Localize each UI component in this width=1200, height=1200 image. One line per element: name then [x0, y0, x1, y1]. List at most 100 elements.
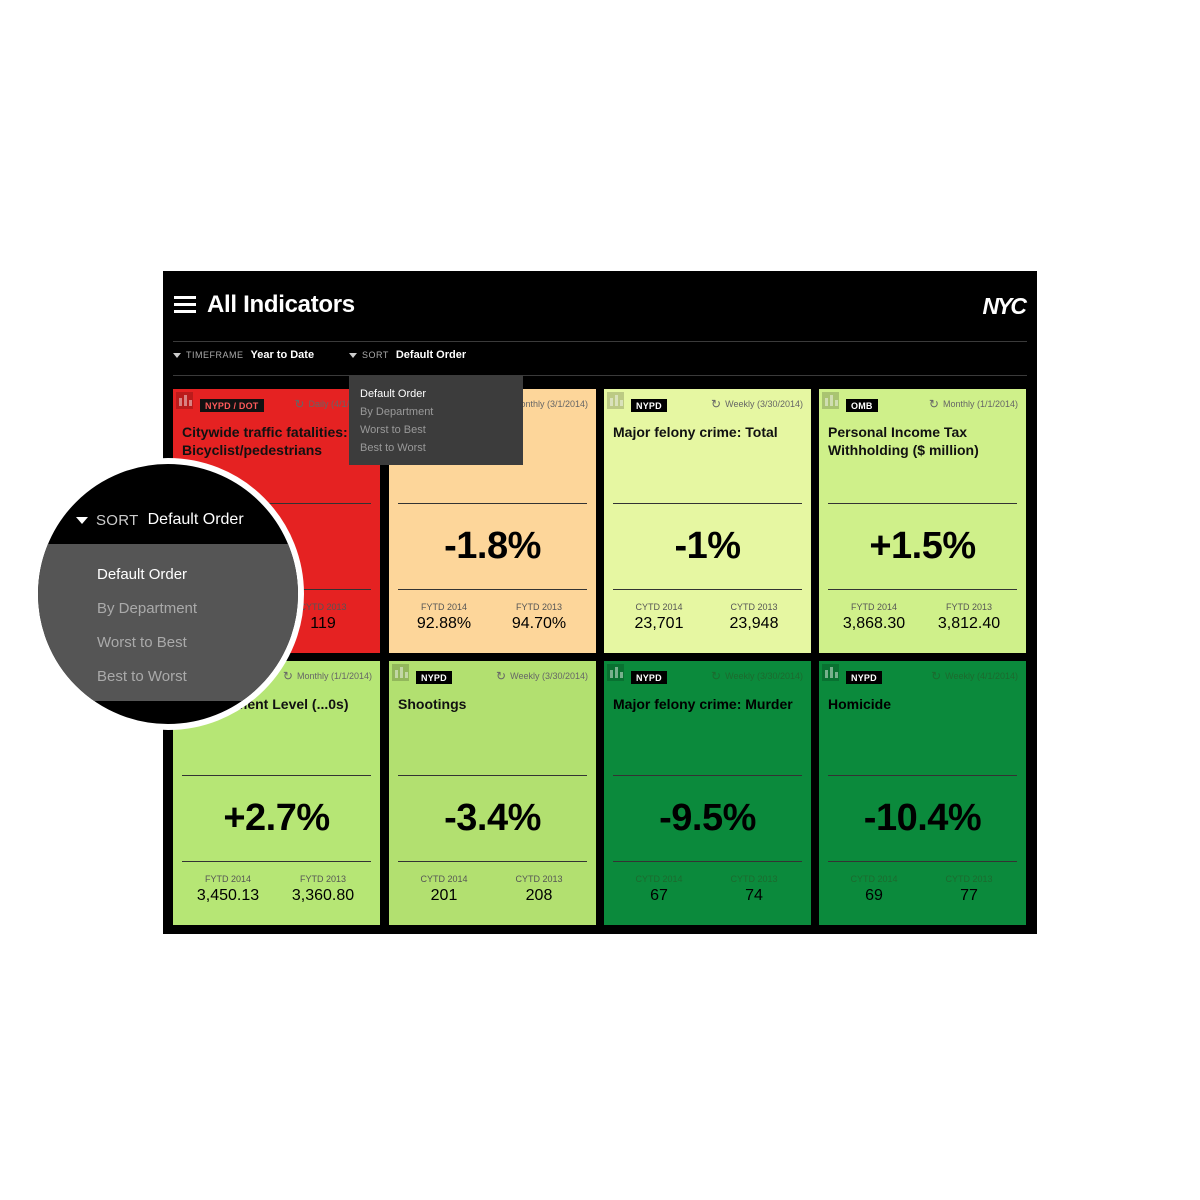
filter-bar: TIMEFRAME Year to Date SORT Default Orde…	[163, 349, 1037, 369]
magnified-option-by-department[interactable]: By Department	[38, 592, 298, 626]
card-divider	[613, 775, 802, 776]
previous-period-value: 3,360.80	[291, 887, 355, 904]
current-period: CYTD 2014 201	[396, 874, 492, 905]
building-icon	[607, 392, 624, 409]
frequency-text: Weekly (3/30/2014)	[725, 399, 803, 409]
sort-option-best-to-worst[interactable]: Best to Worst	[349, 439, 523, 457]
sort-option-by-department[interactable]: By Department	[349, 403, 523, 421]
building-icon	[392, 664, 409, 681]
sort-option-worst-to-best[interactable]: Worst to Best	[349, 421, 523, 439]
indicator-title: Major felony crime: Total	[613, 424, 778, 440]
sort-label: SORT	[362, 350, 389, 360]
frequency-text: Monthly (3/1/2014)	[512, 399, 588, 409]
update-frequency: ↻ Weekly (3/30/2014)	[496, 668, 588, 683]
indicator-card[interactable]: NYPD ↻ Weekly (3/30/2014) Shootings -3.4% CYT…	[389, 661, 596, 925]
indicator-title: Citywide traffic fatalities: Bicyclist/p…	[182, 424, 348, 458]
sort-magnifier-callout: SORT Default Order Default Order By Depa…	[32, 458, 304, 730]
previous-period: FYTD 2013 3,812.40	[921, 602, 1017, 633]
caret-down-icon	[349, 352, 357, 358]
previous-period-label: CYTD 2013	[730, 874, 778, 884]
card-divider	[828, 503, 1017, 504]
card-divider	[828, 775, 1017, 776]
refresh-icon: ↻	[711, 396, 722, 411]
sort-dropdown: Default Order By Department Worst to Bes…	[349, 375, 523, 465]
previous-period-label: FYTD 2013	[945, 602, 993, 612]
previous-period: FYTD 2013 3,360.80	[275, 874, 371, 905]
timeframe-label: TIMEFRAME	[186, 350, 244, 360]
sort-value: Default Order	[395, 349, 467, 361]
previous-period-value: 23,948	[729, 615, 779, 632]
building-icon	[822, 392, 839, 409]
department-badge: NYPD	[631, 399, 667, 412]
update-frequency: ↻ Weekly (3/30/2014)	[711, 668, 803, 683]
indicator-card[interactable]: OMB ↻ Monthly (1/1/2014) Personal Income Ta…	[819, 389, 1026, 653]
frequency-text: Weekly (4/1/2014)	[945, 671, 1018, 681]
nyc-logo: NYC	[982, 293, 1027, 319]
card-divider	[398, 503, 587, 504]
update-frequency: ↻ Weekly (4/1/2014)	[931, 668, 1018, 683]
previous-period: FYTD 2013 94.70%	[491, 602, 587, 633]
header: All Indicators NYC	[163, 271, 1037, 341]
previous-period: CYTD 2013 77	[921, 874, 1017, 905]
magnified-sort-filter[interactable]: SORT Default Order	[76, 511, 244, 529]
card-divider	[828, 589, 1017, 590]
department-badge: OMB	[846, 399, 878, 412]
page-title: All Indicators	[207, 291, 355, 318]
percent-change: -1%	[674, 525, 741, 567]
current-period: CYTD 2014 69	[826, 874, 922, 905]
indicator-title: Shootings	[398, 696, 467, 712]
current-period-value: 3,450.13	[196, 887, 260, 904]
current-period: CYTD 2014 67	[611, 874, 707, 905]
percent-change: +1.5%	[869, 525, 976, 567]
menu-icon[interactable]	[174, 296, 196, 313]
timeframe-filter[interactable]: TIMEFRAME Year to Date	[173, 349, 314, 361]
current-period-value: 69	[865, 887, 883, 904]
magnified-option-default-order[interactable]: Default Order	[38, 558, 298, 592]
previous-period-value: 94.70%	[511, 615, 567, 632]
refresh-icon: ↻	[931, 668, 942, 683]
card-divider	[182, 861, 371, 862]
current-period-label: CYTD 2014	[635, 874, 683, 884]
department-badge: NYPD / DOT	[200, 399, 264, 412]
indicator-card[interactable]: NYPD ↻ Weekly (3/30/2014) Major felony crim…	[604, 389, 811, 653]
previous-period-value: 208	[525, 887, 553, 904]
percent-change: -3.4%	[444, 797, 541, 839]
indicator-title: Homicide	[828, 696, 892, 712]
card-divider	[613, 503, 802, 504]
indicator-card[interactable]: NYPD ↻ Weekly (4/1/2014) Homicide -10.4% CYTD…	[819, 661, 1026, 925]
sort-filter[interactable]: SORT Default Order	[349, 349, 466, 361]
current-period-label: FYTD 2014	[420, 602, 468, 612]
previous-period-value: 74	[745, 887, 763, 904]
frequency-text: Weekly (3/30/2014)	[510, 671, 588, 681]
update-frequency: ↻Monthly (1/1/2014)	[928, 396, 1018, 411]
current-period-value: 92.88%	[416, 615, 472, 632]
current-period-label: FYTD 2014	[204, 874, 252, 884]
refresh-icon: ↻	[928, 396, 939, 411]
header-divider	[173, 341, 1027, 342]
current-period-value: 201	[430, 887, 458, 904]
magnified-option-best-to-worst[interactable]: Best to Worst	[38, 660, 298, 694]
previous-period-value: 3,812.40	[937, 615, 1001, 632]
previous-period-label: FYTD 2013	[515, 602, 563, 612]
percent-change: -10.4%	[863, 797, 982, 839]
card-divider	[398, 775, 587, 776]
magnified-option-worst-to-best[interactable]: Worst to Best	[38, 626, 298, 660]
refresh-icon: ↻	[496, 668, 507, 683]
percent-change: -1.8%	[444, 525, 541, 567]
previous-period-label: FYTD 2013	[299, 874, 347, 884]
current-period: FYTD 2014 92.88%	[396, 602, 492, 633]
current-period-label: CYTD 2014	[420, 874, 468, 884]
building-icon	[176, 392, 193, 409]
indicator-card[interactable]: NYPD ↻ Weekly (3/30/2014) Major felony crim…	[604, 661, 811, 925]
building-icon	[607, 664, 624, 681]
current-period-label: FYTD 2014	[850, 602, 898, 612]
current-period: FYTD 2014 3,450.13	[180, 874, 276, 905]
current-period-label: CYTD 2014	[635, 602, 683, 612]
refresh-icon: ↻	[711, 668, 722, 683]
sort-option-default-order[interactable]: Default Order	[349, 385, 523, 403]
current-period-value: 3,868.30	[842, 615, 906, 632]
frequency-text: Monthly (1/1/2014)	[942, 399, 1018, 409]
previous-period: CYTD 2013 208	[491, 874, 587, 905]
card-divider	[398, 861, 587, 862]
current-period-label: CYTD 2014	[850, 874, 898, 884]
